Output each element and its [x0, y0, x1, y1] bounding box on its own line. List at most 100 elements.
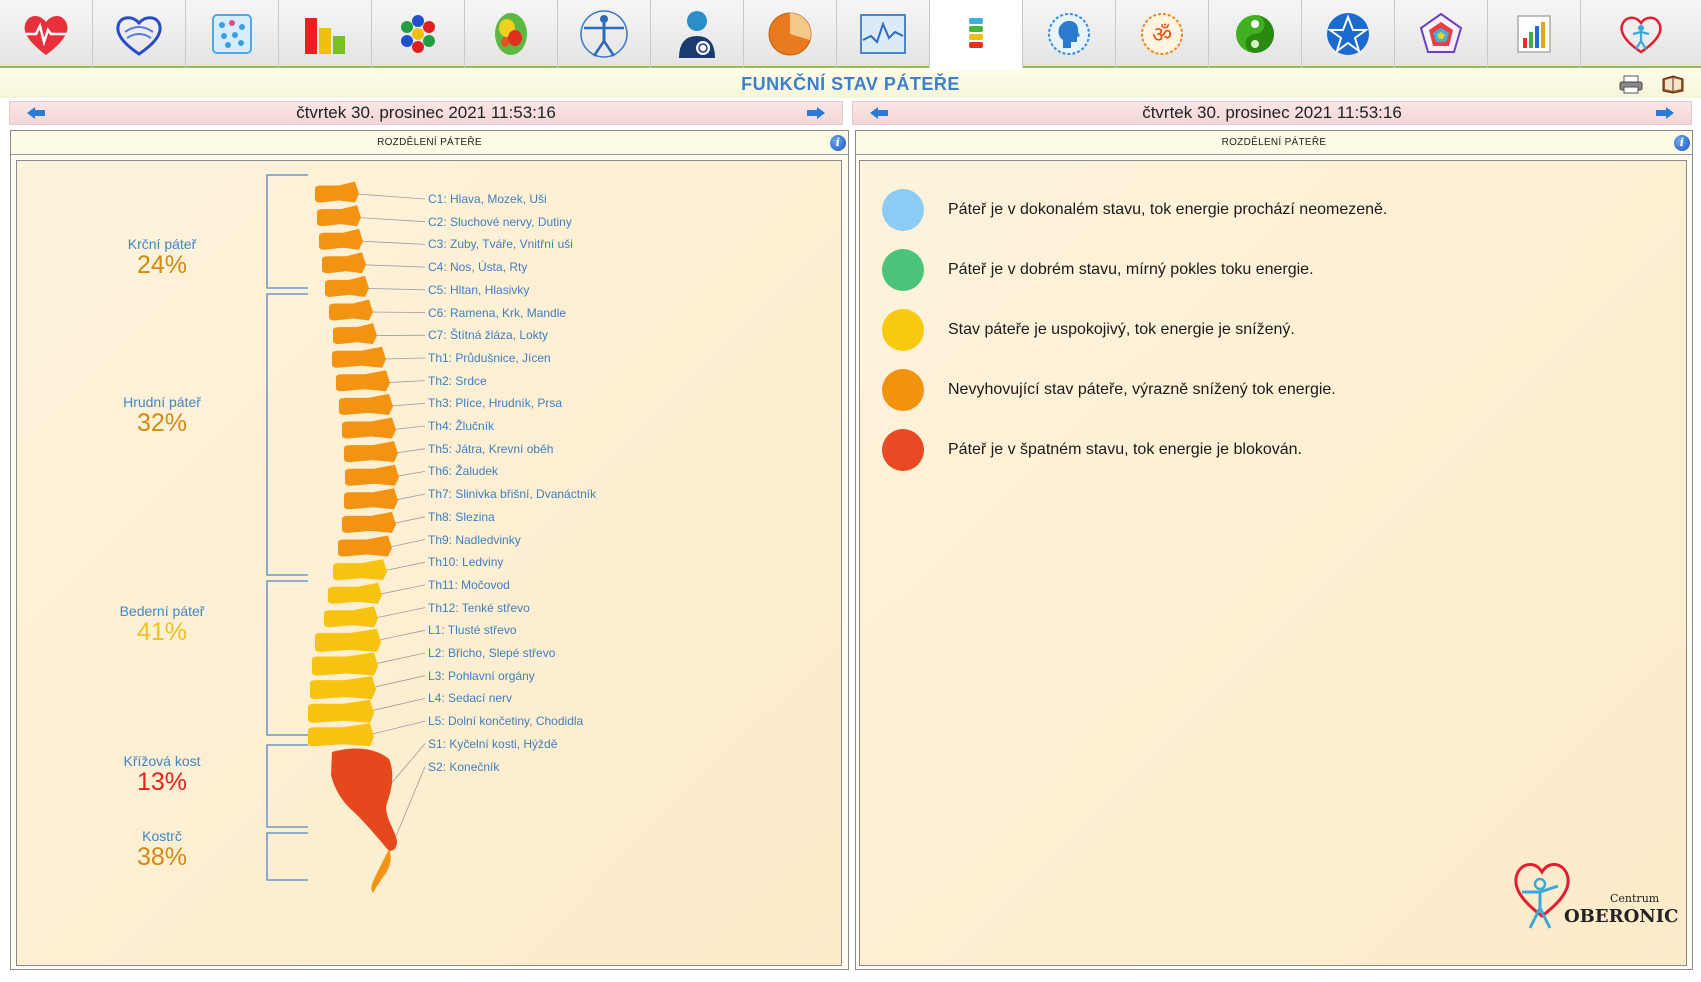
vertebra: [317, 205, 361, 227]
vertebra: [336, 370, 390, 392]
toolbar-btn-heart-waves[interactable]: [93, 0, 186, 68]
vertebra-label: Th5: Játra, Krevní oběh: [428, 441, 554, 456]
person-scan-icon: [679, 11, 715, 58]
toolbar-btn-heart[interactable]: [0, 0, 93, 68]
vertebra-label: Th11: Močovod: [428, 577, 510, 592]
leader-line: [363, 264, 426, 268]
legend-text: Páteř je v špatném stavu, tok energie je…: [948, 441, 1302, 458]
bracket-cervical: [266, 174, 308, 289]
vertebra: [344, 488, 398, 510]
legend-text: Stav páteře je uspokojivý, tok energie j…: [948, 321, 1295, 338]
next-arrow-icon[interactable]: [806, 106, 826, 120]
vertebra-label: C6: Ramena, Krk, Mandle: [428, 305, 567, 320]
toolbar-btn-brain[interactable]: [465, 0, 558, 68]
left-date-bar: čtvrtek 30. prosinec 2021 11:53:16: [9, 101, 843, 125]
toolbar-btn-vitruvian[interactable]: [558, 0, 651, 68]
right-panel-header: ROZDĚLENÍ PÁTEŘE i: [856, 131, 1692, 155]
head-profile-icon: [1048, 13, 1090, 55]
vertebra-label: Th10: Ledviny: [428, 555, 504, 570]
vertebra-label: Th2: Srdce: [428, 373, 487, 388]
leader-line: [379, 561, 426, 572]
left-panel: ROZDĚLENÍ PÁTEŘE i Krční páteř 24% Hrudn…: [10, 130, 849, 970]
right-panel: ROZDĚLENÍ PÁTEŘE i Páteř je v dokonalém …: [855, 130, 1693, 970]
toolbar-btn-head[interactable]: [1023, 0, 1116, 68]
legend-item: Nevyhovující stav páteře, výrazně snížen…: [882, 369, 1336, 411]
coccyx-bone: [371, 849, 391, 893]
info-icon[interactable]: i: [830, 135, 846, 151]
vertebra-label: Th7: Slinivka břišní, Dvanáctník: [428, 487, 597, 502]
cells-icon: [212, 14, 252, 54]
book-icon[interactable]: [1660, 74, 1686, 94]
leader-line: [366, 288, 426, 291]
vertebra: [315, 181, 359, 203]
legend-text: Páteř je v dobrém stavu, mírný pokles to…: [948, 261, 1314, 278]
toolbar-btn-cells[interactable]: [186, 0, 279, 68]
bracket-sacrum: [266, 744, 308, 828]
printer-icon[interactable]: [1618, 74, 1644, 94]
column-chart-icon: [1517, 15, 1551, 53]
leader-line: [356, 193, 426, 200]
right-date-bar: čtvrtek 30. prosinec 2021 11:53:16: [852, 101, 1692, 125]
vertebra-label: Th12: Tenké střevo: [428, 600, 530, 615]
vertebra: [342, 417, 396, 439]
oberonic-logo-icon: [1620, 16, 1662, 54]
logo-big-text: OBERONIC: [1564, 906, 1679, 927]
vertebra-label: L3: Pohlavní orgány: [428, 668, 535, 683]
vertebra: [344, 441, 398, 463]
leader-line: [370, 311, 426, 313]
brain-map-icon: [495, 13, 527, 55]
legend-dot: [882, 189, 924, 231]
bracket-thoracic: [266, 293, 308, 576]
vertebra-label: C4: Nos, Ústa, Rty: [428, 260, 528, 275]
sacrum-bone: [331, 748, 397, 851]
right-date: čtvrtek 30. prosinec 2021 11:53:16: [1142, 103, 1402, 122]
vertebra-label: C7: Štítná žláza, Lokty: [428, 328, 549, 343]
vertebra-label: C1: Hlava, Mozek, Uši: [428, 192, 547, 206]
toolbar-btn-monitor[interactable]: [837, 0, 930, 68]
toolbar-btn-pie[interactable]: [744, 0, 837, 68]
vertebra-label: C3: Zuby, Tváře, Vnitřní uši: [428, 237, 573, 252]
yin-yang-icon: [1236, 15, 1274, 53]
leader-line: [358, 217, 426, 223]
leader-line: [370, 607, 426, 620]
vertebra: [324, 606, 378, 628]
left-date: čtvrtek 30. prosinec 2021 11:53:16: [296, 103, 556, 122]
vertebra: [329, 299, 373, 321]
info-icon[interactable]: i: [1674, 135, 1690, 151]
prev-arrow-icon[interactable]: [869, 106, 889, 120]
vertebra-label: L4: Sedací nerv: [428, 691, 513, 706]
vertebra: [328, 582, 382, 604]
legend-item: Páteř je v špatném stavu, tok energie je…: [882, 429, 1302, 471]
vertebra: [345, 464, 399, 486]
toolbar-btn-pentagram[interactable]: [1302, 0, 1395, 68]
prev-arrow-icon[interactable]: [26, 106, 46, 120]
vertebra: [338, 535, 392, 557]
toolbar-btn-om[interactable]: ॐ: [1116, 0, 1209, 68]
vertebra-label: Th9: Nadledvinky: [428, 532, 521, 547]
toolbar-btn-person-scan[interactable]: [651, 0, 744, 68]
toolbar-btn-oberonic[interactable]: [1581, 0, 1701, 68]
vertebra: [315, 628, 381, 652]
bar-chart-icon: [305, 18, 345, 54]
title-bar: FUNKČNÍ STAV PÁTEŘE: [0, 70, 1701, 98]
legend-item: Páteř je v dokonalém stavu, tok energie …: [882, 189, 1387, 231]
heart-waves-icon: [116, 16, 162, 56]
legend-dot: [882, 249, 924, 291]
legend-item: Stav páteře je uspokojivý, tok energie j…: [882, 309, 1295, 351]
toolbar-btn-bars[interactable]: [279, 0, 372, 68]
toolbar-btn-spine[interactable]: [930, 0, 1023, 68]
toolbar-btn-columns[interactable]: [1488, 0, 1581, 68]
toolbar-btn-hexagons[interactable]: [372, 0, 465, 68]
app-window: ॐ FUNKČNÍ STAV PÁTEŘE čtvrtek 30. prosin…: [0, 0, 1701, 982]
vertebra-label: Th4: Žlučník: [428, 419, 495, 433]
next-arrow-icon[interactable]: [1655, 106, 1675, 120]
logo-small-text: Centrum: [1610, 892, 1660, 905]
toolbar-btn-yin-yang[interactable]: [1209, 0, 1302, 68]
vertebra-label: Th3: Plíce, Hrudník, Prsa: [428, 396, 563, 411]
vitruvian-man-icon: [580, 10, 628, 58]
vertebra: [333, 323, 377, 345]
toolbar-btn-pentagon[interactable]: [1395, 0, 1488, 68]
vertebra-label: L1: Tlusté střevo: [428, 623, 517, 638]
oberonic-logo: Centrum OBERONIC: [1510, 856, 1678, 936]
legend-dot: [882, 429, 924, 471]
